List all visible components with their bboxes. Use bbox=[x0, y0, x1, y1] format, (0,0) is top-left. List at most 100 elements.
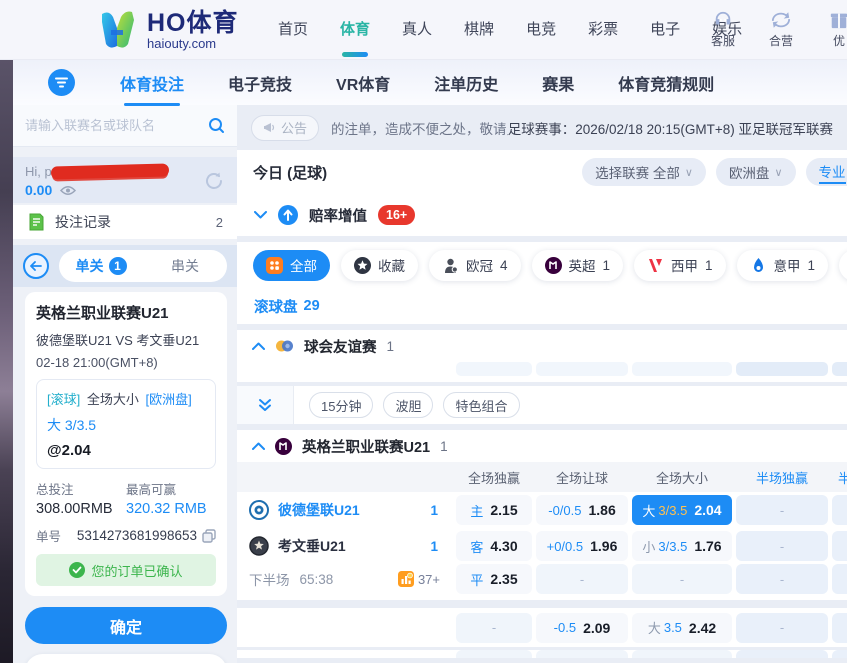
tab-esports[interactable]: 电子竞技 bbox=[228, 67, 292, 99]
confirm-button[interactable]: 确定 bbox=[25, 607, 227, 644]
odds-boost-row[interactable]: 赔率增值 16+ bbox=[237, 194, 847, 236]
eye-icon[interactable] bbox=[60, 185, 76, 196]
tool-chip-special-combo[interactable]: 特色组合 bbox=[443, 392, 519, 418]
league-section-header[interactable]: 英格兰职业联赛U21 1 bbox=[237, 430, 847, 462]
megaphone-icon bbox=[263, 121, 276, 134]
chip-serie-a[interactable]: 意甲1 bbox=[737, 250, 829, 281]
league-chips-section: 全部 收藏 欧冠4 英超1 西甲1 意甲1 bbox=[237, 242, 847, 324]
active-nav-indicator bbox=[342, 52, 368, 57]
order-confirmed-text: 您的订单已确认 bbox=[91, 561, 182, 580]
nav-live-casino[interactable]: 真人 bbox=[386, 0, 448, 60]
odds-cell-empty[interactable]: - bbox=[736, 613, 828, 643]
slip-selection-box: [滚球] 全场大小 [欧洲盘] 大 3/3.5 @2.04 bbox=[36, 379, 216, 469]
odds-cell-away-handicap[interactable]: +0/0.51.96 bbox=[536, 531, 628, 561]
friendly-section-header[interactable]: 球会友谊赛 1 bbox=[237, 330, 847, 362]
mode-pro[interactable]: 专业 bbox=[819, 161, 846, 184]
tab-results[interactable]: 赛果 bbox=[542, 67, 574, 99]
secondary-line-section: - -0.52.09 大3.52.42 - - bbox=[237, 608, 847, 658]
upcoming-event-text: 足球赛事：2026/02/18 20:15(GMT+8) 亚足联冠军联赛 bbox=[508, 118, 833, 138]
search-icon[interactable] bbox=[208, 117, 225, 134]
chip-la-liga[interactable]: 西甲1 bbox=[634, 250, 726, 281]
odds-cell-home-handicap[interactable]: -0/0.51.86 bbox=[536, 495, 628, 525]
top-nav: 首页 体育 真人 棋牌 电竞 彩票 电子 娱乐 bbox=[262, 0, 758, 60]
away-team-name[interactable]: 考文垂U21 bbox=[278, 536, 346, 556]
odds-cell-over-selected[interactable]: 大3/3.52.04 bbox=[632, 495, 732, 525]
tab-single-bet[interactable]: 单关 1 bbox=[59, 250, 143, 282]
odds-cell-handicap-alt[interactable]: -0.52.09 bbox=[536, 613, 628, 643]
column-half-time-handicap[interactable]: 半场让球 bbox=[832, 468, 847, 487]
chip-afc-champions-two[interactable]: 亚冠二2 bbox=[839, 250, 847, 281]
market-name: 全场大小 bbox=[84, 392, 142, 407]
chip-all-leagues[interactable]: 全部 bbox=[253, 250, 330, 281]
live-markets-row[interactable]: 滚球盘 29 bbox=[237, 288, 847, 324]
announcement-pill[interactable]: 公告 bbox=[251, 115, 319, 141]
odds-cell-empty[interactable]: - bbox=[832, 495, 847, 525]
team-badge bbox=[249, 536, 269, 556]
bet-slip-card: 英格兰职业联赛U21 彼德堡联U21 VS 考文垂U21 02-18 21:00… bbox=[25, 292, 227, 596]
chevron-up-icon bbox=[252, 342, 265, 350]
nav-lottery[interactable]: 彩票 bbox=[572, 0, 634, 60]
refresh-balance-button[interactable] bbox=[203, 170, 225, 192]
odds-cell-empty[interactable]: - bbox=[832, 564, 847, 594]
odds-boost-label: 赔率增值 bbox=[309, 205, 367, 226]
odds-cell-empty[interactable]: - bbox=[832, 613, 847, 643]
chip-favorites[interactable]: 收藏 bbox=[341, 250, 418, 281]
nav-esports[interactable]: 电竞 bbox=[510, 0, 572, 60]
tab-betting-rules[interactable]: 体育竞猜规则 bbox=[618, 67, 714, 99]
home-team-name[interactable]: 彼德堡联U21 bbox=[278, 500, 360, 520]
check-circle-icon bbox=[69, 562, 85, 578]
nav-sports[interactable]: 体育 bbox=[324, 0, 386, 60]
tab-vr-sports[interactable]: VR体育 bbox=[336, 67, 390, 99]
logo[interactable]: HO体育 haiouty.com bbox=[96, 8, 239, 52]
odds-format-dropdown[interactable]: 欧洲盘∨ bbox=[716, 158, 796, 186]
chip-premier-league[interactable]: 英超1 bbox=[532, 250, 624, 281]
tool-chip-15min[interactable]: 15分钟 bbox=[309, 392, 373, 418]
odds-cell-empty[interactable]: - bbox=[536, 564, 628, 594]
arrow-left-icon bbox=[30, 261, 42, 271]
back-button[interactable] bbox=[23, 253, 49, 279]
tab-parlay-bet[interactable]: 串关 bbox=[143, 250, 227, 282]
odds-cell-empty[interactable]: - bbox=[736, 564, 828, 594]
slip-pick: 大 3/3.5 bbox=[47, 415, 205, 435]
league-section-count: 1 bbox=[440, 439, 448, 454]
odds-cell-draw[interactable]: 平2.35 bbox=[456, 564, 532, 594]
league-section: 英格兰职业联赛U21 1 全场独赢 全场让球 全场大小 半场独赢 半场让球 彼德… bbox=[237, 430, 847, 600]
league-select-dropdown[interactable]: 选择联赛 全部∨ bbox=[582, 158, 706, 186]
tool-chip-correct-score[interactable]: 波胆 bbox=[383, 392, 433, 418]
odds-cell-away-win[interactable]: 客4.30 bbox=[456, 531, 532, 561]
bet-record-item[interactable]: 投注记录 2 bbox=[13, 205, 237, 239]
partnership-button[interactable]: 合营 bbox=[759, 10, 803, 49]
copy-icon[interactable] bbox=[202, 529, 216, 543]
odds-cell-home-win[interactable]: 主2.15 bbox=[456, 495, 532, 525]
search-input[interactable] bbox=[25, 118, 208, 133]
friendly-section-title: 球会友谊赛 bbox=[304, 336, 377, 357]
odds-cell-under[interactable]: 小3/3.51.76 bbox=[632, 531, 732, 561]
tab-sports-betting[interactable]: 体育投注 bbox=[120, 67, 184, 99]
nav-slots[interactable]: 电子 bbox=[634, 0, 696, 60]
nav-home[interactable]: 首页 bbox=[262, 0, 324, 60]
promotions-button[interactable]: 优 bbox=[817, 10, 847, 49]
odds-cell-empty[interactable]: - bbox=[736, 495, 828, 525]
column-full-time-result: 全场独赢 bbox=[456, 468, 532, 487]
markets-count[interactable]: 37+ bbox=[418, 572, 440, 587]
nav-board-games[interactable]: 棋牌 bbox=[448, 0, 510, 60]
odds-cell-empty[interactable]: - bbox=[456, 613, 532, 643]
column-half-time-result[interactable]: 半场独赢 bbox=[736, 468, 828, 487]
bet-record-icon bbox=[27, 213, 45, 231]
odds-cell-over-alt[interactable]: 大3.52.42 bbox=[632, 613, 732, 643]
chevron-down-icon: ∨ bbox=[685, 166, 693, 179]
odds-boost-count-badge: 16+ bbox=[378, 205, 415, 225]
odds-cell-empty[interactable]: - bbox=[736, 531, 828, 561]
chip-champions-league[interactable]: 欧冠4 bbox=[429, 250, 521, 281]
expand-all-button[interactable] bbox=[237, 386, 294, 424]
odds-cell-empty[interactable]: - bbox=[832, 531, 847, 561]
keep-selection-button[interactable]: 保留选项，继续投注 bbox=[25, 654, 227, 663]
star-icon bbox=[354, 257, 371, 274]
odds-cell-empty[interactable]: - bbox=[632, 564, 732, 594]
sports-filter-button[interactable] bbox=[48, 69, 75, 96]
view-mode-toggle[interactable]: 专业 新 bbox=[806, 158, 847, 186]
tab-bet-history[interactable]: 注单历史 bbox=[434, 67, 498, 99]
column-full-time-over-under: 全场大小 bbox=[632, 468, 732, 487]
ticket-number: 5314273681998653 bbox=[77, 528, 197, 543]
customer-service-button[interactable]: 客服 bbox=[701, 10, 745, 49]
